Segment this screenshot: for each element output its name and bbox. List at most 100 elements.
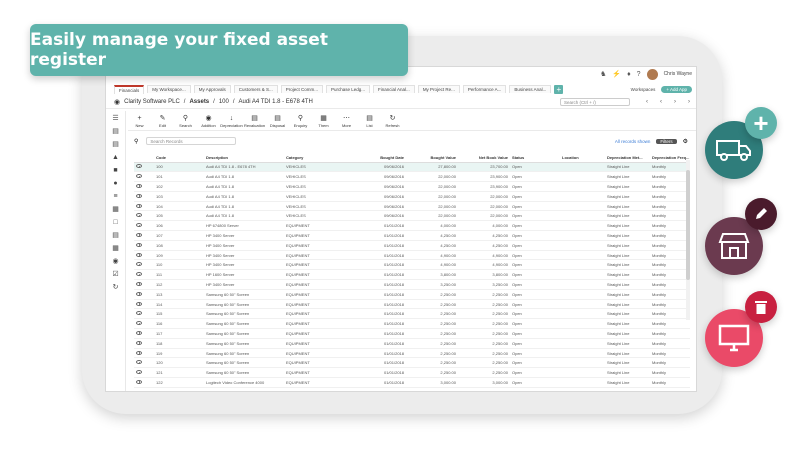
calendar-icon[interactable]: □: [113, 219, 117, 227]
tab-item[interactable]: Financial Anal...: [373, 85, 415, 93]
next-record-icon[interactable]: ›: [674, 99, 676, 105]
table-row[interactable]: 104 Audi A4 TDI 1.8 VEHICLES 09/06/2016 22,0…: [134, 201, 690, 212]
table-row[interactable]: 109 HP 3400 Server EQUIPMENT 01/01/2018 4,90…: [134, 250, 690, 261]
avatar[interactable]: [646, 68, 658, 80]
toolbar-edit-button[interactable]: ✎ Edit: [151, 114, 174, 128]
view-eye-icon[interactable]: [136, 340, 142, 345]
table-row[interactable]: 106 HP 674800 Server EQUIPMENT 01/01/2018 4,…: [134, 220, 690, 232]
view-eye-icon[interactable]: [136, 164, 142, 169]
view-eye-icon[interactable]: [136, 262, 142, 267]
column-header[interactable]: Description: [204, 153, 284, 163]
column-header[interactable]: Depreciation Met...: [605, 153, 650, 163]
tab-item[interactable]: My Workspace...: [147, 85, 191, 93]
toolbar-list-button[interactable]: ▤ List: [358, 114, 381, 128]
toolbar-more-button[interactable]: ⋯ More: [335, 114, 358, 128]
toolbar-revaluation-button[interactable]: ▤ Revaluation: [243, 114, 266, 128]
table-row[interactable]: 116 Samsung 60 50" Screen EQUIPMENT 01/01/2…: [134, 318, 690, 330]
breadcrumb-section[interactable]: Assets: [189, 99, 209, 105]
view-eye-icon[interactable]: [136, 203, 142, 208]
records-shown-link[interactable]: All records shown: [615, 139, 651, 144]
help-icon[interactable]: ?: [637, 71, 641, 78]
column-header[interactable]: Bought Value: [406, 153, 458, 163]
view-eye-icon[interactable]: [136, 213, 142, 218]
tab-item[interactable]: Purchase Ledg...: [326, 85, 371, 93]
grid-scrollbar[interactable]: [686, 160, 690, 320]
toolbar-disposal-button[interactable]: ▤ Disposal: [266, 114, 289, 128]
tab-item[interactable]: Financials: [114, 84, 145, 94]
view-eye-icon[interactable]: [136, 301, 142, 306]
gear-icon[interactable]: ⚙: [683, 138, 688, 145]
prev-record-icon[interactable]: ‹: [660, 99, 662, 105]
table-row[interactable]: 118 Samsung 60 50" Screen EQUIPMENT 01/01/2…: [134, 338, 690, 349]
tab-item[interactable]: My Approvals: [193, 85, 231, 93]
scroll-thumb[interactable]: [686, 170, 690, 280]
table-row[interactable]: 107 HP 3400 Server EQUIPMENT 01/01/2018 4,25…: [134, 230, 690, 241]
task-icon[interactable]: ☑: [112, 271, 118, 279]
add-tab-button[interactable]: +: [554, 84, 564, 94]
column-header[interactable]: Code: [154, 153, 204, 163]
toolbar-enquiry-button[interactable]: ⚲ Enquiry: [289, 114, 312, 128]
calculator-icon[interactable]: ▦: [112, 206, 119, 214]
view-eye-icon[interactable]: [136, 360, 142, 365]
table-row[interactable]: 102 Audi A4 TDI 1.8 VEHICLES 09/06/2016 22,0…: [134, 181, 690, 192]
breadcrumb-company[interactable]: Clarity Software PLC: [124, 99, 180, 105]
bag-icon[interactable]: ■: [113, 167, 117, 175]
bank-icon[interactable]: ▲: [112, 154, 119, 162]
view-eye-icon[interactable]: [136, 330, 142, 335]
toolbar-new-button[interactable]: + New: [128, 114, 151, 128]
tab-item[interactable]: Project Comm...: [280, 85, 323, 93]
table-row[interactable]: 119 Samsung 60 50" Screen EQUIPMENT 01/01/2…: [134, 348, 690, 359]
settings-icon[interactable]: ◉: [112, 258, 118, 266]
menu-icon[interactable]: ☰: [112, 115, 118, 123]
view-eye-icon[interactable]: [136, 321, 142, 326]
toolbar-depreciation-button[interactable]: ↓ Depreciation: [220, 114, 243, 128]
tab-item[interactable]: Performance A...: [462, 85, 507, 93]
column-header[interactable]: Category: [284, 153, 354, 163]
document-icon[interactable]: ▤: [112, 128, 119, 136]
workspaces-button[interactable]: Workspaces: [631, 87, 656, 92]
grid-icon[interactable]: ▦: [112, 245, 119, 253]
tab-item[interactable]: My Project Re...: [417, 85, 460, 93]
list-icon[interactable]: ▤: [112, 232, 119, 240]
table-row[interactable]: 114 Samsung 60 50" Screen EQUIPMENT 01/01/2…: [134, 299, 690, 310]
column-header[interactable]: Bought Date: [354, 153, 406, 163]
column-header[interactable]: Location: [560, 153, 605, 163]
bell-icon[interactable]: ♦: [627, 71, 631, 78]
tab-item[interactable]: Business Anal...: [509, 85, 552, 93]
view-eye-icon[interactable]: [136, 252, 142, 257]
table-row[interactable]: 113 Samsung 60 50" Screen EQUIPMENT 01/01/2…: [134, 289, 690, 300]
column-header[interactable]: Net Book Value: [458, 153, 510, 163]
global-search-input[interactable]: Search (Ctrl + /): [560, 98, 630, 106]
grid-search-input[interactable]: Search Records: [146, 137, 237, 145]
view-eye-icon[interactable]: [136, 272, 142, 277]
table-row[interactable]: 110 HP 3400 Server EQUIPMENT 01/01/2018 4,90…: [134, 259, 690, 271]
table-row[interactable]: 115 Samsung 60 50" Screen EQUIPMENT 01/01/2…: [134, 308, 690, 320]
user-name[interactable]: Chris Wayne: [664, 71, 692, 77]
view-eye-icon[interactable]: [136, 291, 142, 296]
people-icon[interactable]: ♞: [600, 70, 606, 78]
view-eye-icon[interactable]: [136, 193, 142, 198]
table-row[interactable]: 108 HP 3400 Server EQUIPMENT 01/01/2018 4,25…: [134, 240, 690, 251]
tab-item[interactable]: Customers & S...: [233, 85, 278, 93]
filters-button[interactable]: Filters: [656, 138, 677, 144]
view-eye-icon[interactable]: [136, 174, 142, 179]
table-row[interactable]: 112 HP 3400 Server EQUIPMENT 01/01/2018 3,25…: [134, 279, 690, 290]
home-icon[interactable]: ◉: [114, 98, 120, 106]
view-eye-icon[interactable]: [136, 242, 142, 247]
table-row[interactable]: 122 Logitech Video Conference 4000 EQUIPME…: [134, 377, 690, 388]
toolbar-addition-button[interactable]: ◉ Addition: [197, 114, 220, 128]
lightning-icon[interactable]: ⚡: [612, 70, 621, 78]
view-eye-icon[interactable]: [136, 223, 142, 228]
column-header[interactable]: Depreciation Freq...: [650, 153, 690, 163]
view-eye-icon[interactable]: [136, 370, 142, 375]
table-row[interactable]: 120 Samsung 60 50" Screen EQUIPMENT 01/01/2…: [134, 357, 690, 369]
toolbar-search-button[interactable]: ⚲ Search: [174, 114, 197, 128]
column-header[interactable]: [134, 153, 154, 163]
table-row[interactable]: 103 Audi A4 TDI 1.8 VEHICLES 09/06/2016 22,0…: [134, 191, 690, 202]
table-row[interactable]: 100 Audi A4 TDI 1.8 - E678 4TH VEHICLES 09/…: [134, 162, 690, 173]
ledger-icon[interactable]: ▤: [112, 141, 119, 149]
view-eye-icon[interactable]: [136, 183, 142, 188]
table-row[interactable]: 117 Samsung 60 50" Screen EQUIPMENT 01/01/2…: [134, 328, 690, 339]
table-row[interactable]: 111 HP 1600 Server EQUIPMENT 01/01/2018 3,80…: [134, 269, 690, 281]
view-eye-icon[interactable]: [136, 232, 142, 237]
